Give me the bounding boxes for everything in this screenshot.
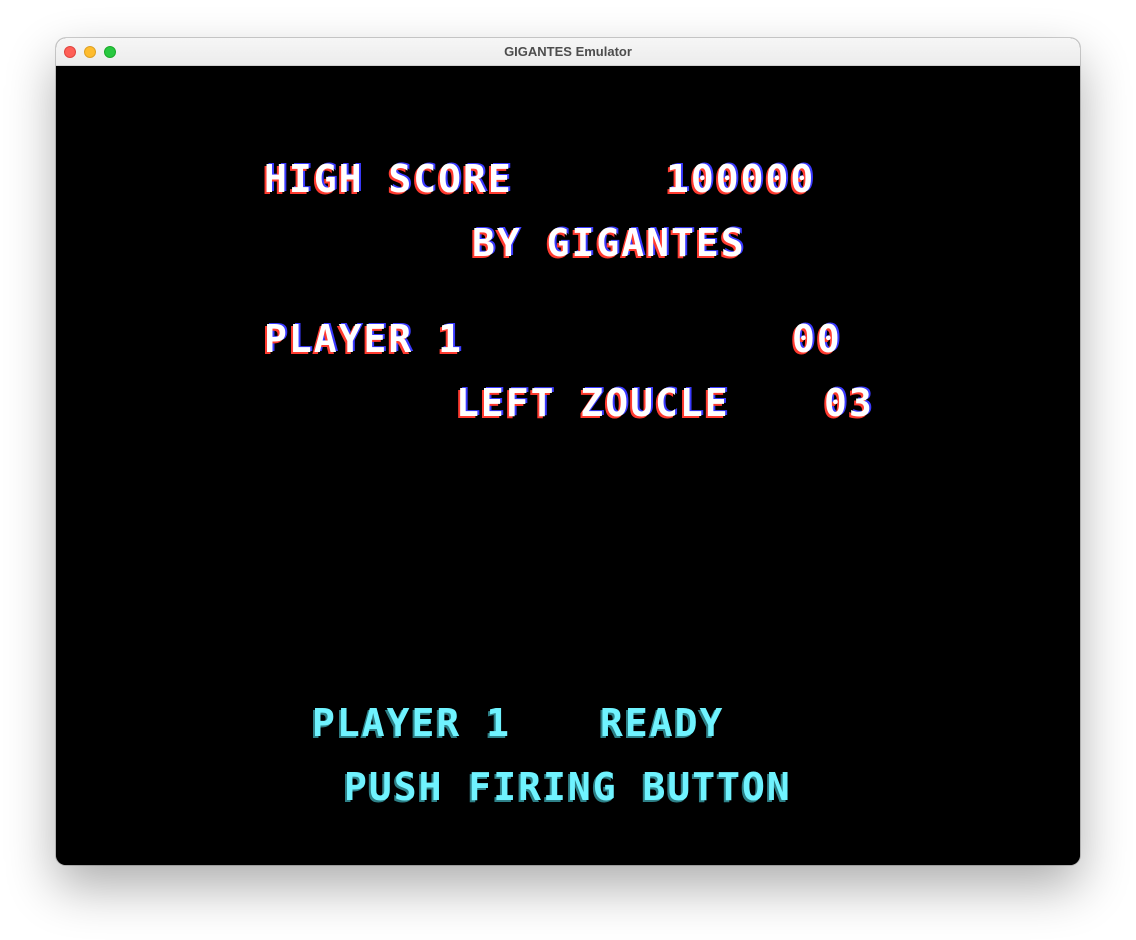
player-score: 00 <box>792 317 842 361</box>
emulator-window: GIGANTES Emulator HIGH SCORE 100000 BY G… <box>56 38 1080 865</box>
ready-text: READY <box>600 701 725 745</box>
game-screen[interactable]: HIGH SCORE 100000 BY GIGANTES PLAYER 1 0… <box>56 66 1080 865</box>
high-score-value: 100000 <box>666 157 816 201</box>
window-title: GIGANTES Emulator <box>504 44 632 59</box>
high-score-holder: BY GIGANTES <box>472 221 746 265</box>
lives-label: LEFT ZOUCLE <box>456 381 730 425</box>
ready-player-label: PLAYER 1 <box>312 701 512 745</box>
player-label: PLAYER 1 <box>264 317 464 361</box>
lives-value: 03 <box>824 381 874 425</box>
push-firing-button-prompt: PUSH FIRING BUTTON <box>344 765 792 809</box>
title-bar[interactable]: GIGANTES Emulator <box>56 38 1080 66</box>
high-score-label: HIGH SCORE <box>264 157 513 201</box>
